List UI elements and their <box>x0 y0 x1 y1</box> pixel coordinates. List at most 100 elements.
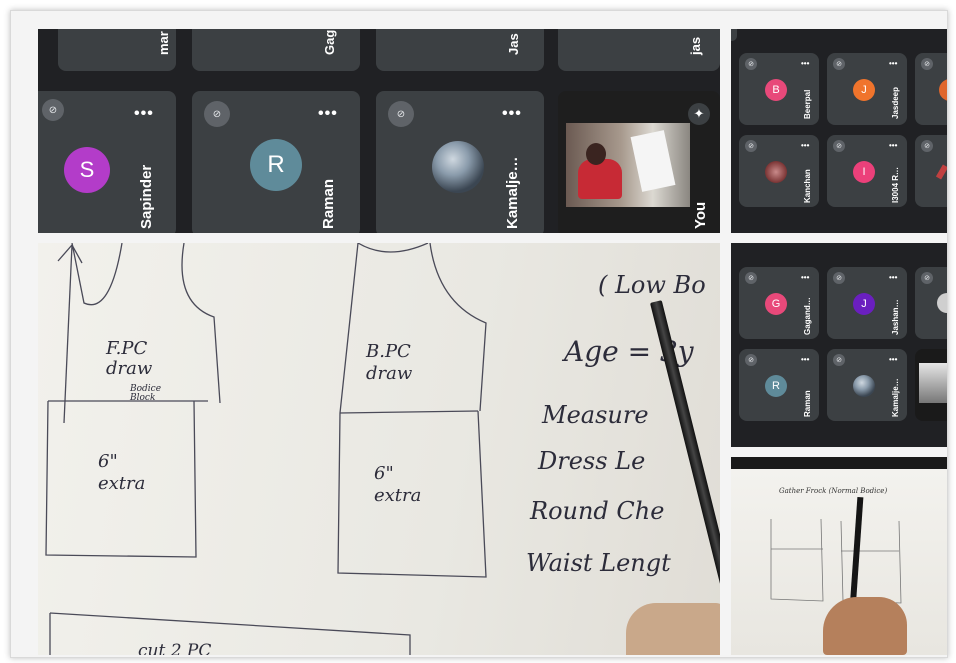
avatar-initial: G <box>771 298 781 310</box>
participant-tile-video[interactable] <box>915 349 947 421</box>
participant-name: Jasdeep <box>891 86 900 119</box>
participant-name: Kamalje… <box>504 156 521 229</box>
participant-tile[interactable]: Gag <box>192 29 360 71</box>
back-extra-label: 6" extra <box>374 463 422 506</box>
participant-tile-jasdeep[interactable]: ⊘ ••• J Jasdeep <box>827 53 907 125</box>
more-options-icon[interactable]: ••• <box>502 105 522 123</box>
front-piece-label: F.PC draw <box>106 338 153 379</box>
meet-grid-right-top: ⊘ ••• B Beerpal ⊘ ••• J Jasdeep ⊘ ⊘ ••• … <box>731 29 947 233</box>
avatar-initial: R <box>772 380 780 392</box>
mic-off-icon: ⊘ <box>833 58 845 70</box>
participant-tile-kamaljeet[interactable]: ⊘ ••• Kamalje… <box>827 349 907 421</box>
participant-tile-beerpal[interactable]: ⊘ ••• B Beerpal <box>739 53 819 125</box>
person-head <box>586 143 606 165</box>
participant-tile-kanchan[interactable]: ⊘ ••• Kanchan <box>739 135 819 207</box>
more-options-icon[interactable]: ••• <box>889 59 897 68</box>
mic-off-icon: ⊘ <box>921 58 933 70</box>
avatar-initial: S <box>79 157 95 182</box>
mic-off-icon: ⊘ <box>745 58 757 70</box>
more-options-icon[interactable]: ••• <box>318 105 338 123</box>
dress-length-label: Dress Le <box>538 447 646 475</box>
mic-off-icon: ⊘ <box>833 140 845 152</box>
participant-name: Jas <box>506 33 521 55</box>
person-figure <box>578 159 622 199</box>
avatar: S <box>64 147 110 193</box>
participant-name: mar <box>156 31 171 55</box>
participant-name: Kamalje… <box>891 378 900 417</box>
participant-name: Raman <box>803 390 812 417</box>
waist-length-label: Waist Lengt <box>526 549 671 577</box>
mic-off-icon: ⊘ <box>745 140 757 152</box>
video-thumbnail <box>919 363 947 403</box>
participant-tile[interactable]: Jas <box>376 29 544 71</box>
participant-tile-raman[interactable]: ⊘ ••• R Raman <box>739 349 819 421</box>
participant-name: Jashan… <box>891 299 900 335</box>
participant-name: Sapinder <box>138 164 155 229</box>
pencil-icon <box>935 164 947 180</box>
back-piece-label: B.PC draw <box>366 341 413 384</box>
participant-tile[interactable]: ⊘ <box>915 53 947 125</box>
participant-tile-you[interactable]: ✦ You <box>558 91 720 233</box>
more-options-icon[interactable]: ••• <box>889 273 897 282</box>
meet-grid-right-mid: ⊘ ••• G Gagand… ⊘ ••• J Jashan… ⊘ ⊘ ••• … <box>731 243 947 447</box>
more-options-icon[interactable]: ••• <box>889 355 897 364</box>
mic-off-icon: ⊘ <box>833 354 845 366</box>
participant-tile[interactable] <box>731 29 737 41</box>
meet-grid-main: mar Gag Jas jas ⊘ ••• S Sapinder ⊘ ••• R… <box>38 29 720 233</box>
participant-name: jas <box>688 36 703 55</box>
mic-off-icon: ⊘ <box>921 272 933 284</box>
avatar <box>939 79 947 101</box>
hand-shadow <box>626 603 720 655</box>
participant-name: You <box>692 201 709 229</box>
hand <box>823 597 907 655</box>
participant-tile-sapinder[interactable]: ⊘ ••• S Sapinder <box>38 91 176 233</box>
participant-tile[interactable]: ⊘ <box>915 267 947 339</box>
round-chest-label: Round Che <box>530 497 665 525</box>
avatar-photo <box>937 293 947 313</box>
avatar-photo <box>432 141 484 193</box>
avatar: G <box>765 293 787 315</box>
avatar-initial: J <box>861 84 867 96</box>
screenshot-frame: mar Gag Jas jas ⊘ ••• S Sapinder ⊘ ••• R… <box>10 10 948 658</box>
participant-name: Beerpal <box>803 89 812 119</box>
participant-name: Kanchan <box>803 169 812 203</box>
participant-tile-kamaljeet[interactable]: ⊘ ••• Kamalje… <box>376 91 544 233</box>
avatar: J <box>853 293 875 315</box>
measure-label: Measure <box>542 401 649 429</box>
avatar: J <box>853 79 875 101</box>
avatar-initial: J <box>861 298 867 310</box>
mic-off-icon: ⊘ <box>388 101 414 127</box>
mic-off-icon: ⊘ <box>745 272 757 284</box>
more-options-icon[interactable]: ••• <box>889 141 897 150</box>
participant-tile[interactable]: jas <box>558 29 720 71</box>
more-options-icon[interactable]: ••• <box>801 355 809 364</box>
participant-tile-i3004[interactable]: ⊘ ••• I I3004 R… <box>827 135 907 207</box>
more-options-icon[interactable]: ••• <box>801 141 809 150</box>
thumbnail-paper: Gather Frock (Normal Bodice) <box>731 469 947 655</box>
participant-name: Gagand… <box>803 297 812 335</box>
participant-tile-raman[interactable]: ⊘ ••• R Raman <box>192 91 360 233</box>
avatar-initial: I <box>862 166 866 178</box>
participant-tile[interactable]: ⊘ <box>915 135 947 207</box>
sparkle-icon[interactable]: ✦ <box>688 103 710 125</box>
participant-tile-gagandeep[interactable]: ⊘ ••• G Gagand… <box>739 267 819 339</box>
mic-off-icon: ⊘ <box>42 99 64 121</box>
participant-tile[interactable]: mar <box>58 29 176 71</box>
more-options-icon[interactable]: ••• <box>801 273 809 282</box>
avatar: R <box>765 375 787 397</box>
avatar: R <box>250 139 302 191</box>
avatar: B <box>765 79 787 101</box>
avatar: I <box>853 161 875 183</box>
more-options-icon[interactable]: ••• <box>134 105 154 123</box>
bodice-block-label: Bodice Block <box>130 384 162 403</box>
participant-tile-jashan[interactable]: ⊘ ••• J Jashan… <box>827 267 907 339</box>
self-video <box>566 123 690 207</box>
avatar-initial: R <box>267 151 285 178</box>
mic-off-icon: ⊘ <box>204 101 230 127</box>
cut-label: cut 2 PC <box>138 641 212 655</box>
front-extra-label: 6" extra <box>98 451 146 494</box>
more-options-icon[interactable]: ••• <box>801 59 809 68</box>
pattern-thumbnail-video: Gather Frock (Normal Bodice) <box>731 457 947 655</box>
mic-off-icon: ⊘ <box>745 354 757 366</box>
paper-sheet <box>630 130 676 192</box>
